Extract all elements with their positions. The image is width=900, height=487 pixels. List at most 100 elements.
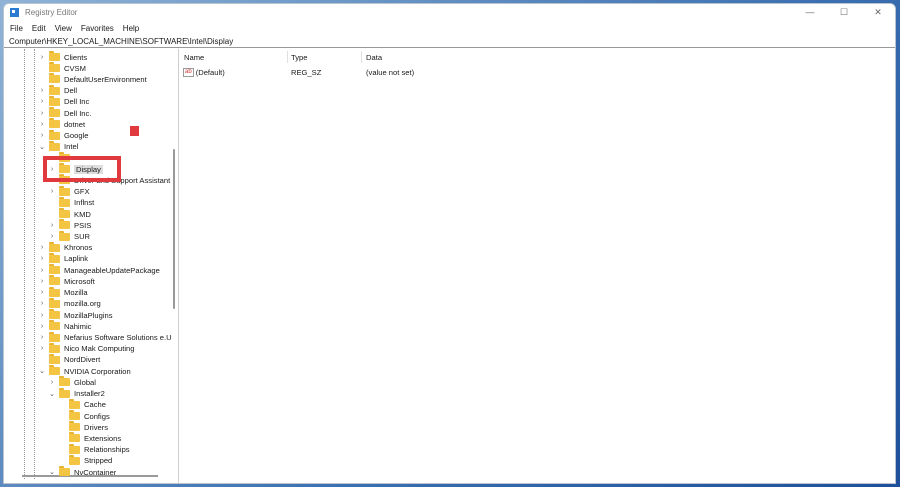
- tree-item[interactable]: › ManageableUpdatePackage: [38, 264, 160, 276]
- vertical-scrollbar[interactable]: [173, 149, 175, 309]
- value-data: (value not set): [366, 68, 415, 77]
- address-bar[interactable]: Computer\HKEY_LOCAL_MACHINE\SOFTWARE\Int…: [4, 35, 895, 48]
- column-header-name[interactable]: Name: [184, 53, 204, 62]
- tree-item[interactable]: › Dell: [38, 84, 78, 96]
- chevron-right-icon[interactable]: ›: [38, 300, 46, 307]
- tree-item-label: Dell Inc.: [64, 108, 92, 118]
- values-list: Name Type Data ab (Default) REG_SZ (value…: [179, 49, 895, 483]
- chevron-right-icon[interactable]: ›: [48, 188, 56, 195]
- menu-edit[interactable]: Edit: [32, 24, 46, 33]
- menu-help[interactable]: Help: [123, 24, 139, 33]
- tree-item[interactable]: NordDivert: [38, 353, 100, 365]
- menu-favorites[interactable]: Favorites: [81, 24, 114, 33]
- folder-icon: [69, 410, 80, 421]
- column-header-data[interactable]: Data: [366, 53, 382, 62]
- tree-item-label: Global: [74, 377, 96, 387]
- tree-item[interactable]: ⌄ Installer2: [48, 387, 105, 399]
- chevron-right-icon[interactable]: ›: [38, 323, 46, 330]
- tree-item[interactable]: › SUR: [48, 230, 90, 242]
- chevron-right-icon[interactable]: ›: [38, 87, 46, 94]
- tree-item-label: Dell Inc: [64, 97, 90, 107]
- chevron-right-icon[interactable]: ›: [38, 289, 46, 296]
- chevron-right-icon[interactable]: ›: [48, 379, 56, 386]
- chevron-right-icon[interactable]: ›: [48, 222, 56, 229]
- tree-item[interactable]: › Dell Inc.: [38, 107, 92, 119]
- tree-item[interactable]: › GFX: [48, 185, 90, 197]
- chevron-right-icon[interactable]: ›: [38, 244, 46, 251]
- registry-editor-icon: [10, 8, 19, 17]
- folder-icon: [59, 196, 70, 207]
- value-row-name[interactable]: ab (Default): [183, 68, 225, 77]
- tree-item[interactable]: › PSIS: [48, 219, 91, 231]
- tree-item[interactable]: DefaultUserEnvironment: [38, 73, 147, 85]
- tree-item[interactable]: › Khronos: [38, 241, 93, 253]
- tree-item-label: Khronos: [64, 243, 93, 253]
- maximize-button[interactable]: ☐: [827, 7, 861, 18]
- chevron-right-icon[interactable]: ›: [38, 121, 46, 128]
- tree-item-label: DefaultUserEnvironment: [64, 74, 147, 84]
- chevron-down-icon[interactable]: ⌄: [38, 367, 46, 375]
- tree-item-label: Dell: [64, 86, 78, 96]
- chevron-right-icon[interactable]: ›: [38, 312, 46, 319]
- chevron-right-icon[interactable]: ›: [38, 98, 46, 105]
- tree-item[interactable]: › dotnet: [38, 118, 85, 130]
- close-button[interactable]: ✕: [861, 7, 895, 18]
- tree-item[interactable]: › MozillaPlugins: [38, 309, 113, 321]
- chevron-right-icon[interactable]: ›: [48, 233, 56, 240]
- tree-item[interactable]: ⌄ Intel: [38, 140, 79, 152]
- tree-item[interactable]: › Nefarius Software Solutions e.U: [38, 331, 172, 343]
- chevron-right-icon[interactable]: ›: [38, 255, 46, 262]
- tree-item[interactable]: › mozilla.org: [38, 297, 101, 309]
- tree-item[interactable]: Drivers: [58, 421, 108, 433]
- tree-item[interactable]: › Nico Mak Computing: [38, 342, 134, 354]
- folder-icon: [49, 62, 60, 73]
- tree-item[interactable]: › Global: [48, 376, 96, 388]
- tree-item[interactable]: Relationships: [58, 443, 130, 455]
- column-divider[interactable]: [361, 51, 362, 63]
- column-header-type[interactable]: Type: [291, 53, 307, 62]
- folder-icon: [49, 252, 60, 263]
- tree-item[interactable]: › Laplink: [38, 252, 88, 264]
- tree-item-label: Intel: [64, 142, 79, 152]
- chevron-right-icon[interactable]: ›: [38, 334, 46, 341]
- chevron-right-icon[interactable]: ›: [38, 267, 46, 274]
- chevron-right-icon[interactable]: ›: [38, 278, 46, 285]
- menu-view[interactable]: View: [55, 24, 72, 33]
- tree-guide: [34, 49, 35, 479]
- chevron-down-icon[interactable]: ⌄: [38, 143, 46, 151]
- tree-item[interactable]: CVSM: [38, 62, 86, 74]
- tree-item[interactable]: Stripped: [58, 454, 113, 466]
- tree-item[interactable]: › Mozilla: [38, 286, 88, 298]
- tree-item-label: Nefarius Software Solutions e.U: [64, 333, 172, 342]
- tree-item-label: Stripped: [84, 456, 113, 466]
- tree-item[interactable]: ⌄ NVIDIA Corporation: [38, 365, 131, 377]
- menu-file[interactable]: File: [10, 24, 23, 33]
- chevron-right-icon[interactable]: ›: [38, 345, 46, 352]
- tree-item[interactable]: Extensions: [58, 432, 121, 444]
- tree-item[interactable]: Configs: [58, 410, 110, 422]
- tree-item[interactable]: Cache: [58, 398, 106, 410]
- tree-item[interactable]: ⌄ NvContainer: [48, 466, 117, 478]
- value-name: (Default): [195, 68, 225, 77]
- tree-item[interactable]: › Google: [38, 129, 89, 141]
- tree-item[interactable]: Inflnst: [48, 196, 94, 208]
- chevron-down-icon[interactable]: ⌄: [48, 468, 56, 476]
- tree-item-label: Configs: [84, 411, 110, 421]
- chevron-right-icon[interactable]: ›: [38, 110, 46, 117]
- tree-item-label: NvContainer: [74, 467, 117, 477]
- column-divider[interactable]: [287, 51, 288, 63]
- value-type: REG_SZ: [291, 68, 322, 77]
- tree-item[interactable]: › Nahimic: [38, 320, 92, 332]
- chevron-right-icon[interactable]: ›: [38, 54, 46, 61]
- tree-item[interactable]: KMD: [48, 208, 91, 220]
- minimize-button[interactable]: —: [793, 7, 827, 18]
- tree-item[interactable]: › Microsoft: [38, 275, 95, 287]
- folder-icon: [49, 51, 60, 61]
- chevron-right-icon[interactable]: ›: [38, 132, 46, 139]
- tree-item[interactable]: › Dell Inc: [38, 95, 90, 107]
- tree-item[interactable]: › Clients: [38, 51, 87, 63]
- tree-item-label: GFX: [74, 187, 90, 197]
- chevron-down-icon[interactable]: ⌄: [48, 390, 56, 398]
- tree-item-label: Nahimic: [64, 321, 92, 331]
- key-tree: › Clients CVSM DefaultUserEnvironment › Dell ›…: [4, 49, 179, 483]
